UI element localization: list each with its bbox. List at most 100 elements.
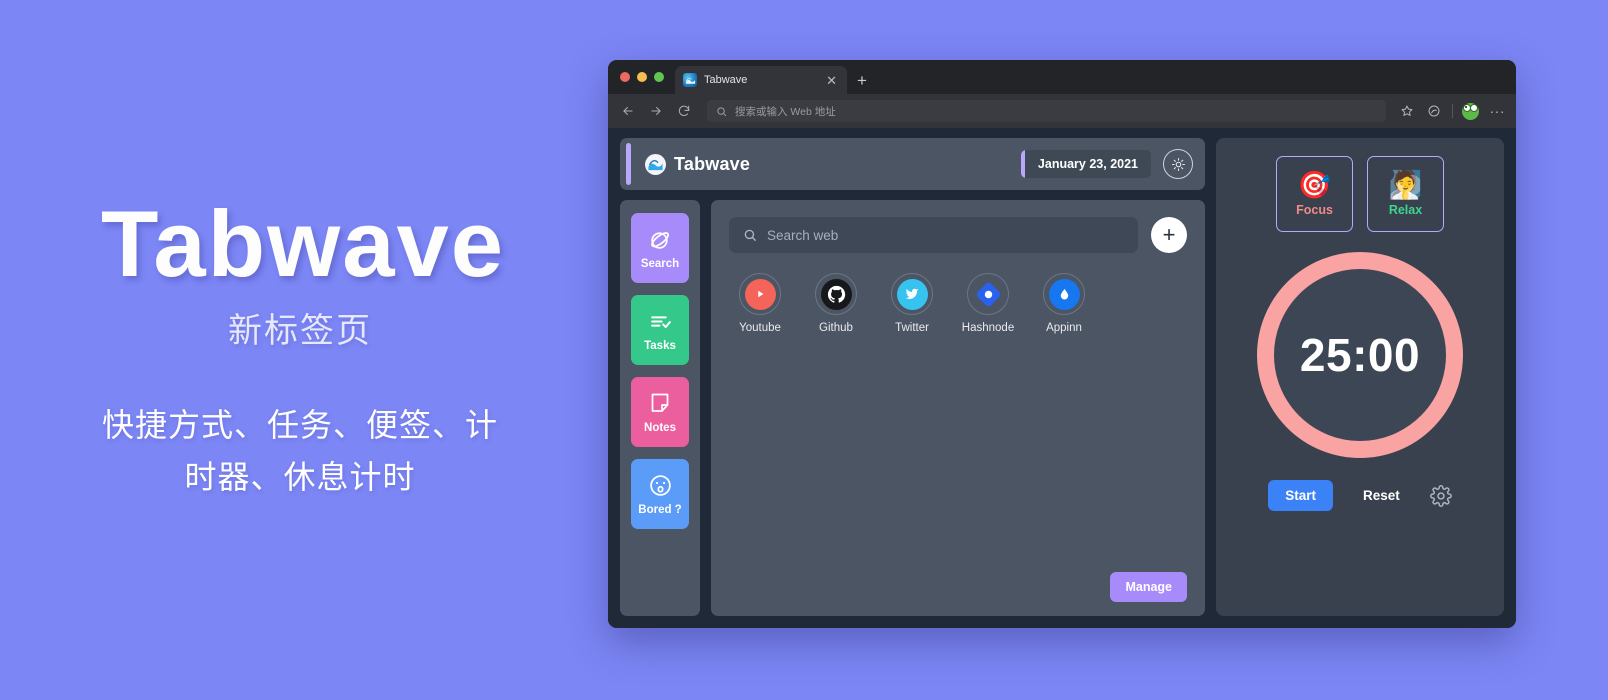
search-placeholder: Search web (767, 227, 839, 243)
mode-card-relax[interactable]: 🧖 Relax (1367, 156, 1444, 232)
profile-avatar[interactable] (1461, 102, 1479, 120)
tab-title: Tabwave (704, 74, 748, 86)
sidebar-item-bored[interactable]: Bored ? (631, 459, 689, 529)
browser-toolbar-icons: ··· (1398, 102, 1508, 120)
minimize-window-button[interactable] (637, 72, 647, 82)
tabwave-page: Tabwave January 23, 2021 Search Tasks No… (608, 128, 1516, 628)
current-date: January 23, 2021 (1037, 157, 1138, 171)
sidebar-item-label: Notes (644, 422, 676, 434)
sidebar-item-notes[interactable]: Notes (631, 377, 689, 447)
app-title: Tabwave (674, 153, 751, 174)
shortcut-appinn[interactable]: Appinn (1037, 273, 1091, 334)
planet-icon (648, 226, 673, 252)
promo-description: 快捷方式、任务、便签、计时器、休息计时 (101, 406, 498, 495)
close-window-button[interactable] (620, 72, 630, 82)
sidebar-item-search[interactable]: Search (631, 213, 689, 283)
content-panel: Search web + Youtube Github Twitter Hash… (711, 200, 1205, 616)
favorites-star-icon[interactable] (1398, 102, 1416, 120)
app-body: Search Tasks Notes Bored ? Search web + … (620, 200, 1205, 616)
timer-ring: 25:00 (1257, 252, 1463, 458)
promo-panel: Tabwave 新标签页 快捷方式、任务、便签、计时器、休息计时 (0, 0, 600, 700)
collections-icon[interactable] (1425, 102, 1443, 120)
checklist-icon (648, 308, 673, 334)
new-tab-button[interactable]: + (847, 66, 877, 94)
browser-tab[interactable]: Tabwave ✕ (675, 66, 847, 94)
shortcut-github[interactable]: Github (809, 273, 863, 334)
shortcut-label: Twitter (895, 322, 929, 334)
shortcut-ring (967, 273, 1009, 315)
mode-label: Relax (1388, 202, 1423, 217)
browser-overflow-menu-icon[interactable]: ··· (1488, 104, 1506, 118)
main-column: Tabwave January 23, 2021 Search Tasks No… (620, 138, 1205, 616)
relax-face-icon: 🧖 (1388, 169, 1423, 200)
mode-card-focus[interactable]: 🎯 Focus (1276, 156, 1353, 232)
theme-toggle-button[interactable] (1163, 149, 1193, 179)
shortcuts-list: Youtube Github Twitter Hashnode Appinn (729, 273, 1187, 334)
manage-row: Manage (729, 572, 1187, 602)
address-bar-placeholder: 搜索或输入 Web 地址 (735, 105, 836, 118)
shortcut-label: Youtube (739, 322, 781, 334)
timer-controls: Start Reset (1268, 480, 1452, 511)
shortcut-label: Hashnode (961, 322, 1015, 334)
pomodoro-mode-row: 🎯 Focus 🧖 Relax (1276, 156, 1444, 232)
search-icon (744, 229, 756, 241)
wave-icon (645, 153, 666, 175)
shortcut-hashnode[interactable]: Hashnode (961, 273, 1015, 334)
page-layout: Tabwave January 23, 2021 Search Tasks No… (620, 138, 1504, 616)
browser-window: Tabwave ✕ + 搜索或输入 Web 地址 ··· Tabwave Jan… (608, 60, 1516, 628)
timer-settings-button[interactable] (1429, 484, 1452, 507)
header-accent-bar (626, 143, 631, 185)
start-button[interactable]: Start (1268, 480, 1333, 511)
app-header: Tabwave January 23, 2021 (620, 138, 1205, 190)
shortcut-ring (815, 273, 857, 315)
toolbar-divider (1451, 104, 1453, 118)
add-shortcut-button[interactable]: + (1151, 217, 1187, 253)
search-input[interactable]: Search web (729, 217, 1138, 253)
sticky-note-icon (648, 390, 672, 416)
shortcut-youtube[interactable]: Youtube (733, 273, 787, 334)
back-arrow-icon[interactable] (617, 100, 639, 122)
sidebar-item-label: Tasks (644, 340, 676, 352)
surprised-face-icon (648, 472, 673, 498)
mode-label: Focus (1296, 202, 1333, 217)
youtube-icon (744, 278, 776, 310)
appinn-icon (1048, 278, 1080, 310)
browser-toolbar: 搜索或输入 Web 地址 ··· (608, 94, 1516, 128)
promo-title: Tabwave (100, 190, 506, 296)
search-row: Search web + (729, 217, 1187, 253)
reset-button[interactable]: Reset (1345, 480, 1417, 511)
browser-tabstrip: Tabwave ✕ + (608, 60, 1516, 94)
tab-close-icon[interactable]: ✕ (824, 74, 839, 87)
zoom-window-button[interactable] (654, 72, 664, 82)
header-right-group: January 23, 2021 (1020, 149, 1193, 179)
shortcut-label: Appinn (1046, 322, 1082, 334)
tab-favicon-icon (683, 73, 697, 87)
shortcut-ring (891, 273, 933, 315)
app-brand: Tabwave (645, 153, 751, 175)
timer-display: 25:00 (1299, 329, 1421, 381)
sidebar-item-label: Search (640, 258, 680, 270)
date-chip: January 23, 2021 (1020, 150, 1151, 178)
shortcut-ring (739, 273, 781, 315)
sun-icon (1171, 157, 1185, 171)
sidebar-item-label: Bored ? (638, 504, 682, 516)
search-icon (717, 106, 727, 116)
reload-arrow-icon[interactable] (673, 100, 695, 122)
window-controls (618, 60, 675, 94)
address-bar[interactable]: 搜索或输入 Web 地址 (707, 100, 1386, 122)
shortcut-label: Github (819, 322, 853, 334)
github-icon (820, 278, 852, 310)
sidebar-item-tasks[interactable]: Tasks (631, 295, 689, 365)
forward-arrow-icon[interactable] (645, 100, 667, 122)
shortcut-ring (1043, 273, 1085, 315)
pomodoro-panel: 🎯 Focus 🧖 Relax 25:00 Start Reset (1216, 138, 1504, 616)
app-sidebar: Search Tasks Notes Bored ? (620, 200, 700, 616)
manage-button[interactable]: Manage (1110, 572, 1187, 602)
timer-wrap: 25:00 (1257, 252, 1463, 458)
promo-subtitle: 新标签页 (228, 311, 372, 350)
hashnode-icon (973, 279, 1004, 310)
gear-icon (1429, 484, 1452, 507)
target-icon: 🎯 (1297, 169, 1332, 200)
shortcut-twitter[interactable]: Twitter (885, 273, 939, 334)
twitter-icon (896, 278, 928, 310)
